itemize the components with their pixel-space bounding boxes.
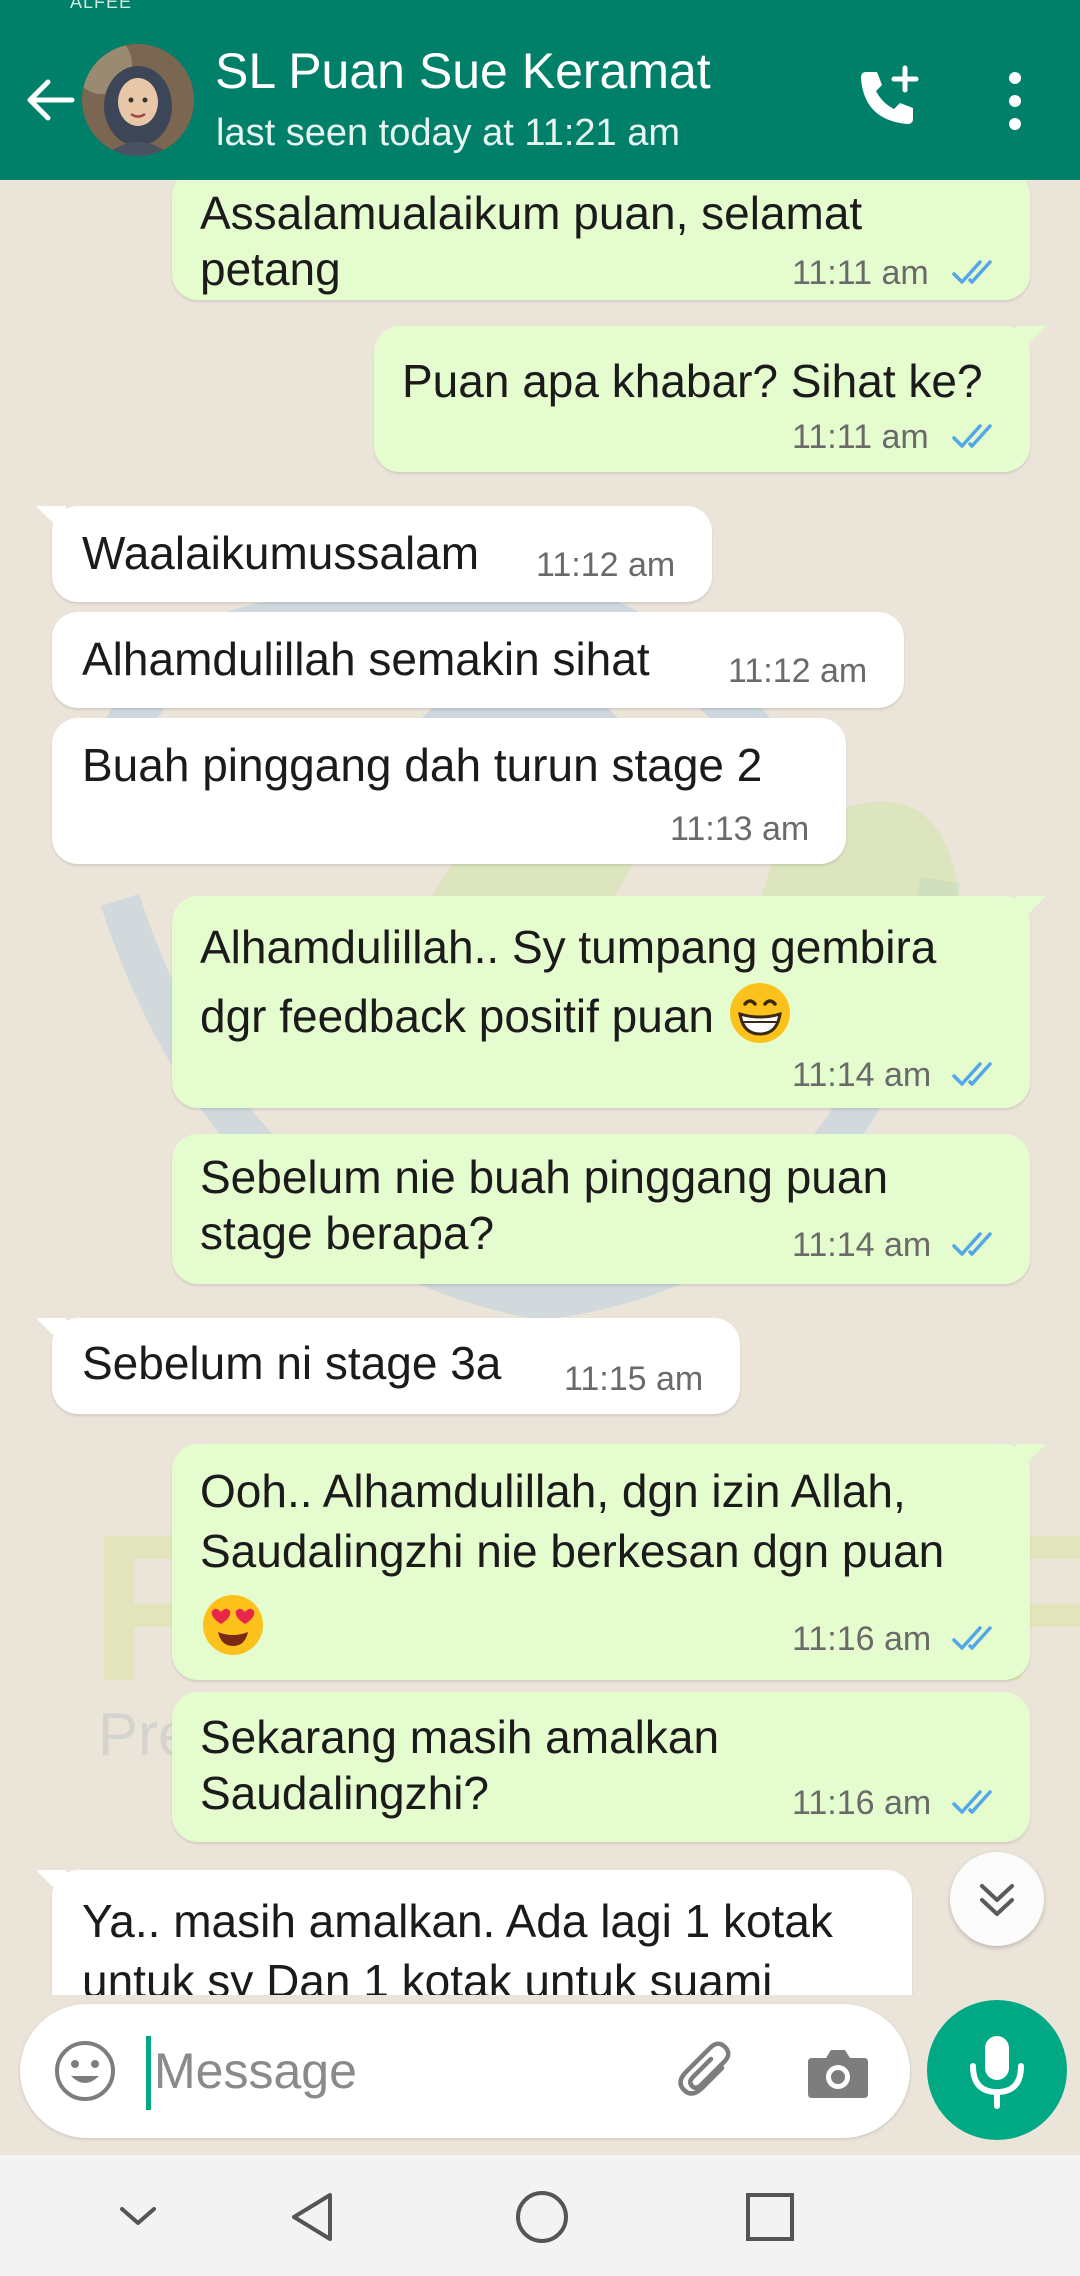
message-text: untuk sy Dan 1 kotak untuk suami	[82, 1955, 773, 1995]
message-time: 11:15 am	[564, 1360, 704, 1398]
bubble-tail	[36, 1870, 66, 1900]
chat-header: ALFEE SL Puan Sue Keramat last seen toda…	[0, 0, 1080, 180]
message-input[interactable]	[152, 2030, 676, 2112]
message-bubble-outgoing[interactable]: Sekarang masih amalkan Saudalingzhi? 11:…	[172, 1692, 1030, 1842]
message-text: Ooh.. Alhamdulillah, dgn izin Allah,	[200, 1465, 906, 1517]
message-bubble-incoming[interactable]: Waalaikumussalam 11:12 am	[36, 506, 712, 602]
message-time: 11:16 am	[792, 1784, 932, 1822]
message-text: stage berapa?	[200, 1207, 495, 1259]
message-composer	[20, 2004, 910, 2138]
text-cursor	[146, 2036, 151, 2110]
bubble-tail	[36, 506, 66, 536]
nav-home-icon[interactable]	[510, 2187, 574, 2247]
message-text: Sebelum nie buah pinggang puan	[200, 1151, 889, 1203]
message-bubble-outgoing[interactable]: Puan apa khabar? Sihat ke? 11:11 am	[374, 326, 1046, 472]
back-arrow-icon[interactable]	[22, 72, 78, 128]
message-bubble-outgoing[interactable]: Ooh.. Alhamdulillah, dgn izin Allah, Sau…	[172, 1444, 1046, 1680]
message-text: petang	[200, 243, 341, 295]
message-time: 11:13 am	[670, 810, 810, 848]
scroll-to-bottom-button[interactable]	[950, 1852, 1044, 1946]
bubble-tail	[1016, 326, 1046, 356]
message-time: 11:14 am	[792, 1226, 932, 1264]
camera-icon[interactable]	[802, 2036, 874, 2108]
avatar[interactable]	[82, 44, 194, 156]
message-bubble-outgoing[interactable]: Assalamualaikum puan, selamat petang 11:…	[172, 180, 1030, 300]
message-text: Sekarang masih amalkan	[200, 1711, 720, 1763]
nav-down-icon[interactable]	[106, 2187, 170, 2247]
message-bubble-incoming[interactable]: Sebelum ni stage 3a 11:15 am	[36, 1318, 740, 1414]
message-text: Waalaikumussalam	[82, 527, 480, 579]
paperclip-icon[interactable]	[670, 2034, 744, 2108]
message-time: 11:12 am	[536, 546, 676, 584]
read-receipt-icon	[952, 1062, 992, 1086]
read-receipt-icon	[952, 1790, 992, 1814]
system-navigation-bar	[0, 2155, 1080, 2276]
message-bubble-outgoing[interactable]: Sebelum nie buah pinggang puan stage ber…	[172, 1134, 1030, 1284]
double-chevron-down-icon	[980, 1884, 1014, 1916]
message-text-with-emoji: dgr feedback positif puan	[200, 980, 793, 1047]
more-vert-icon[interactable]	[1000, 68, 1030, 134]
emoji-icon[interactable]	[50, 2036, 120, 2106]
grinning-face-emoji	[729, 983, 790, 1043]
bubble-tail	[1016, 1444, 1046, 1474]
message-bubble-incoming[interactable]: Alhamdulillah semakin sihat 11:12 am	[52, 612, 904, 708]
message-bubble-incoming[interactable]: Ya.. masih amalkan. Ada lagi 1 kotak unt…	[36, 1870, 912, 1995]
status-bar-fragment: ALFEE	[70, 0, 133, 12]
message-text: dgr feedback positif puan	[200, 990, 715, 1042]
contact-name[interactable]: SL Puan Sue Keramat	[215, 42, 711, 100]
message-time: 11:14 am	[792, 1056, 932, 1094]
mic-button[interactable]	[927, 2000, 1067, 2140]
mic-icon	[970, 2036, 1024, 2109]
message-bubble-incoming[interactable]: Buah pinggang dah turun stage 2 11:13 am	[52, 718, 846, 864]
read-receipt-icon	[952, 260, 992, 284]
bubble-tail	[36, 1318, 66, 1348]
message-text: Alhamdulillah.. Sy tumpang gembira	[200, 921, 937, 973]
message-time: 11:16 am	[792, 1620, 932, 1658]
read-receipt-icon	[952, 424, 992, 448]
message-text: Sebelum ni stage 3a	[82, 1337, 502, 1389]
nav-back-icon[interactable]	[282, 2187, 346, 2247]
message-text: Alhamdulillah semakin sihat	[82, 633, 650, 685]
message-time: 11:12 am	[728, 652, 868, 690]
message-time: 11:11 am	[792, 418, 929, 456]
bubble-tail	[1016, 896, 1046, 926]
nav-recents-icon[interactable]	[738, 2187, 802, 2247]
message-time: 11:11 am	[792, 254, 929, 292]
read-receipt-icon	[952, 1626, 992, 1650]
message-text: Saudalingzhi nie berkesan dgn puan	[200, 1525, 945, 1577]
last-seen-status: last seen today at 11:21 am	[216, 112, 681, 154]
message-list[interactable]: FALAHLIFE Prevention Better Than Cure As…	[0, 180, 1080, 1995]
heart-eyes-emoji	[203, 1595, 263, 1655]
message-text: Saudalingzhi?	[200, 1767, 490, 1819]
add-call-icon[interactable]	[852, 62, 924, 134]
message-text: Ya.. masih amalkan. Ada lagi 1 kotak	[82, 1895, 833, 1947]
read-receipt-icon	[952, 1232, 992, 1256]
message-bubble-outgoing[interactable]: Alhamdulillah.. Sy tumpang gembira dgr f…	[172, 896, 1046, 1108]
message-text: Puan apa khabar? Sihat ke?	[402, 355, 983, 407]
message-text: Assalamualaikum puan, selamat	[200, 187, 863, 239]
message-text: Buah pinggang dah turun stage 2	[82, 739, 763, 791]
